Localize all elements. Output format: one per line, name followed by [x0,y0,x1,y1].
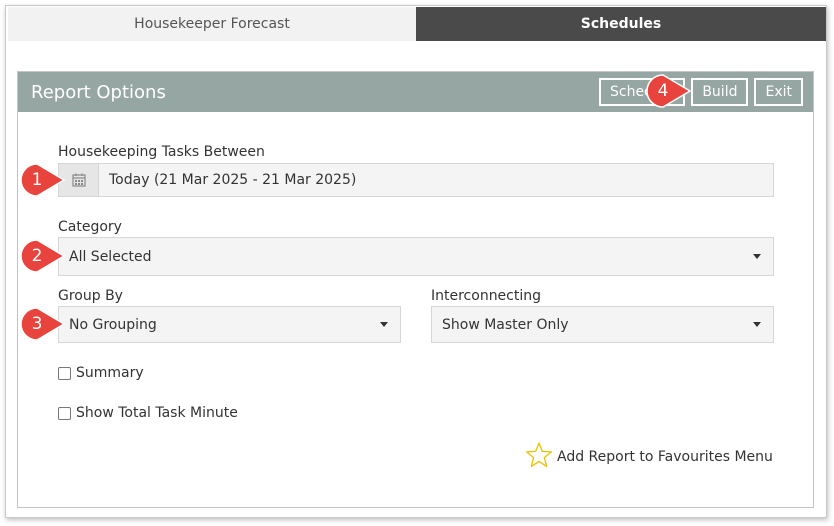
star-outline-icon[interactable] [525,441,553,473]
build-button[interactable]: Build [691,78,749,106]
callout-marker-4: 4 [646,74,692,108]
interconnecting-select[interactable]: Show Master Only [431,306,774,343]
callout-marker-1: 1 [20,163,66,197]
date-range-value: Today (21 Mar 2025 - 21 Mar 2025) [109,172,357,188]
group-by-select[interactable]: No Grouping [58,306,401,343]
exit-button[interactable]: Exit [754,78,803,106]
summary-option[interactable]: Summary [58,365,144,381]
show-total-checkbox[interactable] [58,406,71,420]
favourites-label: Add Report to Favourites Menu [557,449,773,465]
callout-marker-2: 2 [20,239,66,273]
tab-schedules[interactable]: Schedules [416,7,826,41]
summary-label: Summary [76,365,144,381]
tasks-between-label: Housekeeping Tasks Between [58,144,265,160]
add-to-favourites[interactable]: Add Report to Favourites Menu [525,441,773,473]
show-total-option[interactable]: Show Total Task Minute [58,405,238,421]
caret-down-icon [380,322,388,327]
tab-bar: Housekeeper Forecast Schedules [8,7,826,41]
caret-down-icon [753,254,761,259]
header-buttons: Schedule Build Exit [598,78,803,106]
show-total-label: Show Total Task Minute [76,405,238,421]
panel-header: Report Options Schedule Build Exit [18,72,813,112]
date-range-field[interactable]: Today (21 Mar 2025 - 21 Mar 2025) [58,163,774,197]
panel-title: Report Options [31,81,166,103]
caret-down-icon [753,322,761,327]
category-label: Category [58,219,122,235]
group-by-label: Group By [58,288,123,304]
interconnecting-value: Show Master Only [442,316,569,333]
callout-marker-3: 3 [20,307,66,341]
interconnecting-label: Interconnecting [431,288,542,304]
category-select[interactable]: All Selected [58,237,774,276]
category-value: All Selected [69,248,152,265]
tab-housekeeper-forecast[interactable]: Housekeeper Forecast [8,7,416,41]
group-by-value: No Grouping [69,316,157,333]
summary-checkbox[interactable] [58,366,71,380]
